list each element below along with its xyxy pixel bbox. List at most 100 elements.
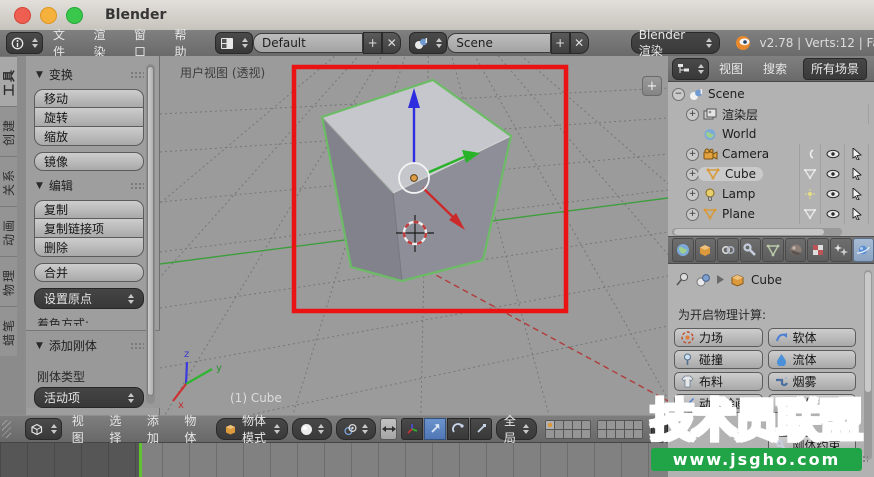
- menu-object[interactable]: 物体: [174, 412, 212, 446]
- outliner-item-label[interactable]: World: [722, 127, 756, 141]
- expand-icon[interactable]: +: [686, 187, 699, 201]
- tab-constraints[interactable]: [717, 238, 739, 262]
- visibility-eye-icon[interactable]: [820, 164, 844, 184]
- render-layer-data-icon[interactable]: [868, 104, 874, 124]
- tab-texture[interactable]: [807, 238, 829, 262]
- expand-icon[interactable]: +: [686, 207, 699, 221]
- 3d-viewport-canvas[interactable]: z y x (1) Cube: [160, 56, 668, 415]
- lamp-data-icon[interactable]: [799, 184, 820, 204]
- panel-drag-dots[interactable]: [130, 181, 144, 190]
- 3d-viewport[interactable]: z y x (1) Cube 用户视图 (透视) +: [160, 56, 668, 415]
- mode-dropdown[interactable]: 物体模式: [215, 414, 289, 445]
- panel-drag-dots[interactable]: [130, 70, 144, 79]
- panel-header-add-rigid-body[interactable]: ▼ 添加刚体: [36, 337, 144, 354]
- outliner-menu-view[interactable]: 视图: [709, 60, 753, 77]
- menu-file[interactable]: 文件: [43, 26, 84, 60]
- maximize-window-button[interactable]: [66, 6, 83, 24]
- tab-particles[interactable]: [829, 238, 852, 262]
- timeline[interactable]: [0, 443, 668, 477]
- scene-name-field[interactable]: Scene: [447, 33, 551, 53]
- tab-modifiers[interactable]: [739, 238, 762, 262]
- delete-layout-button[interactable]: ✕: [382, 32, 402, 54]
- visibility-eye-icon[interactable]: [820, 204, 844, 224]
- outliner-row-render-layers[interactable]: + 渲染层: [668, 104, 874, 124]
- add-layout-button[interactable]: +: [363, 32, 383, 54]
- scale-manipulator-button[interactable]: [469, 418, 492, 440]
- menu-add[interactable]: 添加: [137, 412, 175, 446]
- open-properties-region-button[interactable]: +: [642, 76, 662, 96]
- render-engine-dropdown[interactable]: Blender 渲染: [630, 28, 720, 58]
- tab-object-data[interactable]: [762, 238, 784, 262]
- soft-body-button[interactable]: 软体: [767, 328, 856, 347]
- selectability-cursor-icon[interactable]: [844, 144, 868, 164]
- outliner-row-scene[interactable]: − Scene: [668, 84, 874, 104]
- rigid-body-type-dropdown[interactable]: 活动项: [34, 387, 144, 408]
- outliner-item-label[interactable]: Lamp: [722, 187, 755, 201]
- minimize-window-button[interactable]: [40, 6, 57, 24]
- set-origin-dropdown[interactable]: 设置原点: [34, 288, 144, 309]
- smoke-button[interactable]: 烟雾: [767, 372, 856, 391]
- editor-type-outliner-button[interactable]: [672, 57, 709, 80]
- rotate-button[interactable]: 旋转: [34, 108, 144, 127]
- translate-manipulator-button[interactable]: [423, 418, 446, 440]
- collision-button[interactable]: 碰撞: [674, 350, 763, 369]
- selectability-cursor-icon[interactable]: [844, 164, 868, 184]
- outliner-row-camera[interactable]: + Camera: [668, 144, 874, 164]
- tab-physics[interactable]: 物理: [0, 256, 17, 306]
- visibility-eye-icon[interactable]: [820, 184, 844, 204]
- join-button[interactable]: 合并: [34, 263, 144, 282]
- outliner-item-label[interactable]: Camera: [722, 147, 769, 161]
- renderability-camera-icon[interactable]: [868, 164, 874, 184]
- renderability-camera-icon[interactable]: [868, 204, 874, 224]
- scene-selector-button[interactable]: [409, 32, 448, 54]
- collapse-icon[interactable]: −: [672, 87, 685, 101]
- renderability-camera-icon[interactable]: [868, 144, 874, 164]
- tab-tools[interactable]: 工具: [0, 56, 17, 106]
- add-scene-button[interactable]: +: [550, 32, 570, 54]
- tab-relations[interactable]: 关系: [0, 156, 17, 206]
- mesh-data-icon[interactable]: [799, 164, 820, 184]
- camera-data-icon[interactable]: [799, 144, 820, 164]
- outliner-row-world[interactable]: World: [668, 124, 874, 144]
- mesh-data-icon[interactable]: [799, 204, 820, 224]
- tab-material[interactable]: [784, 238, 807, 262]
- tab-physics[interactable]: [852, 238, 874, 262]
- tab-animation[interactable]: 动画: [0, 206, 17, 256]
- tab-create[interactable]: 创建: [0, 106, 17, 156]
- panel-drag-dots[interactable]: [130, 341, 144, 350]
- selectability-cursor-icon[interactable]: [844, 184, 868, 204]
- force-field-button[interactable]: 力场: [674, 328, 763, 347]
- outliner-display-filter-dropdown[interactable]: 所有场景: [803, 57, 868, 80]
- tab-object[interactable]: [694, 238, 717, 262]
- fluid-button[interactable]: 流体: [767, 350, 856, 369]
- outliner-row-plane[interactable]: + Plane: [668, 204, 874, 224]
- visibility-eye-icon[interactable]: [820, 144, 844, 164]
- outliner-item-label[interactable]: 渲染层: [722, 106, 758, 123]
- menu-select[interactable]: 选择: [99, 412, 137, 446]
- manipulator-toggle-button[interactable]: [380, 418, 397, 440]
- layers-block-1[interactable]: [545, 419, 592, 439]
- breadcrumb-object-name[interactable]: Cube: [751, 273, 782, 287]
- expand-icon[interactable]: +: [686, 107, 699, 121]
- delete-button[interactable]: 删除: [34, 238, 144, 257]
- menu-help[interactable]: 帮助: [165, 26, 206, 60]
- panel-header-transform[interactable]: ▼ 变换: [36, 66, 144, 83]
- object-data-icon[interactable]: [696, 273, 711, 287]
- transform-orientation-dropdown[interactable]: 全局: [495, 414, 538, 445]
- outliner-item-label[interactable]: Scene: [708, 87, 745, 101]
- manipulator-axes-button[interactable]: [400, 418, 423, 440]
- close-window-button[interactable]: [14, 6, 31, 24]
- menu-window[interactable]: 窗口: [124, 26, 165, 60]
- outliner-item-label[interactable]: Plane: [722, 207, 755, 221]
- outliner-row-lamp[interactable]: + Lamp: [668, 184, 874, 204]
- editor-type-3dview-button[interactable]: [24, 418, 62, 440]
- menu-view[interactable]: 视图: [62, 412, 100, 446]
- menu-render[interactable]: 渲染: [84, 26, 125, 60]
- expand-icon[interactable]: +: [686, 147, 699, 161]
- tab-world[interactable]: [672, 238, 694, 262]
- tool-shelf-scrollbar[interactable]: [146, 64, 155, 404]
- screen-layout-name-field[interactable]: Default: [253, 33, 364, 53]
- outliner-horizontal-scrollbar[interactable]: [672, 228, 842, 236]
- region-resize-grip[interactable]: [2, 420, 11, 438]
- cloth-button[interactable]: 布料: [674, 372, 763, 391]
